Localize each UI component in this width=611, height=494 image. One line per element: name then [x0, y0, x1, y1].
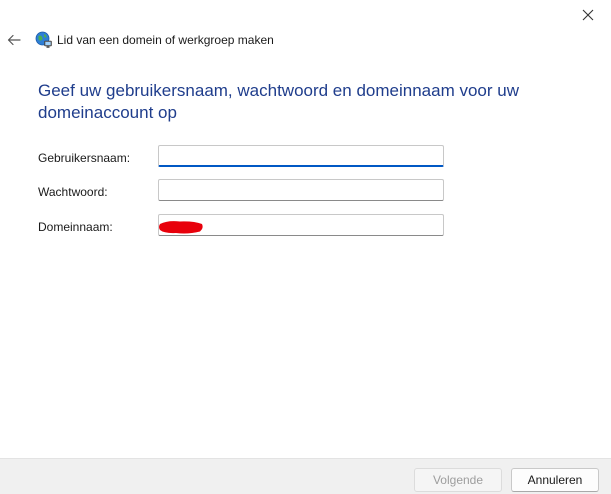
close-button[interactable] [565, 0, 611, 30]
password-label: Wachtwoord: [38, 185, 108, 199]
password-input[interactable] [158, 179, 444, 201]
network-globe-icon [35, 31, 52, 48]
back-button[interactable] [4, 30, 24, 50]
cancel-button[interactable]: Annuleren [511, 468, 599, 492]
close-icon [582, 9, 594, 21]
domain-label: Domeinnaam: [38, 220, 113, 234]
window-title: Lid van een domein of werkgroep maken [57, 33, 274, 47]
username-label: Gebruikersnaam: [38, 151, 131, 165]
back-arrow-icon [7, 34, 21, 46]
next-button[interactable]: Volgende [414, 468, 502, 492]
redaction-mark [159, 221, 203, 234]
main-instruction: Geef uw gebruikersnaam, wachtwoord en do… [38, 81, 519, 122]
username-input[interactable] [158, 145, 444, 167]
